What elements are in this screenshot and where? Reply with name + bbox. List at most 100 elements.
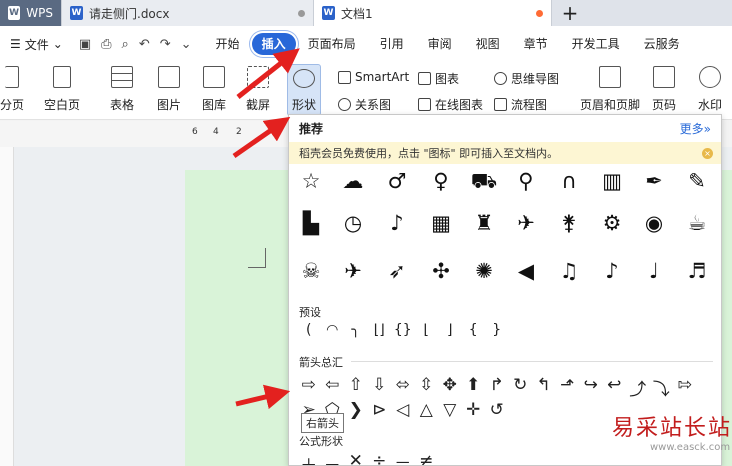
- fan-icon[interactable]: ✣: [426, 256, 456, 286]
- curved-right-arrow-shape-icon[interactable]: ↪: [579, 375, 603, 400]
- bent-up-arrow-shape-icon[interactable]: ⬏: [556, 375, 580, 400]
- customize-dropdown-icon[interactable]: ⌄: [181, 37, 192, 52]
- jet-icon[interactable]: ✈: [511, 208, 541, 238]
- speaker-icon[interactable]: ◀: [511, 256, 541, 286]
- microphone-icon[interactable]: ⚵: [554, 208, 584, 238]
- bent-arrow-shape-icon[interactable]: ↱: [485, 375, 509, 400]
- quad-callout-shape-icon[interactable]: ✛: [462, 400, 486, 420]
- menu-developer[interactable]: 开发工具: [560, 33, 632, 55]
- left-up-arrow-shape-icon[interactable]: ↰: [532, 375, 556, 400]
- menu-page-layout[interactable]: 页面布局: [296, 33, 368, 55]
- airplane-side-icon[interactable]: ➶: [382, 256, 412, 286]
- curved-up-arrow-shape-icon[interactable]: ⤴: [626, 375, 650, 400]
- splatter-icon[interactable]: ✺: [469, 256, 499, 286]
- print-preview-icon[interactable]: ⌕: [122, 37, 129, 52]
- quarter-note-icon[interactable]: ♩: [639, 256, 669, 286]
- pin-icon[interactable]: ✎: [682, 166, 712, 196]
- quad-arrow-shape-icon[interactable]: ✥: [438, 375, 462, 400]
- headphones-icon[interactable]: ∩: [554, 166, 584, 196]
- menu-view[interactable]: 视图: [464, 33, 512, 55]
- menu-cloud[interactable]: 云服务: [632, 33, 692, 55]
- down-callout-shape-icon[interactable]: ▽: [438, 400, 462, 420]
- curve-shape-icon[interactable]: ╮: [344, 322, 368, 338]
- left-right-arrow-shape-icon[interactable]: ⬄: [391, 375, 415, 400]
- unsaved-dot-icon[interactable]: [536, 9, 543, 17]
- tower-icon[interactable]: ♜: [469, 208, 499, 238]
- minus-shape-icon[interactable]: －: [321, 451, 345, 465]
- gears-icon[interactable]: ⚙: [597, 208, 627, 238]
- file-menu[interactable]: ☰ 文件 ⌄: [4, 36, 69, 53]
- music-notes-icon[interactable]: ♫: [554, 256, 584, 286]
- u-turn-arrow-shape-icon[interactable]: ↻: [509, 375, 533, 400]
- book-icon[interactable]: ▥: [597, 166, 627, 196]
- mute-note-icon[interactable]: ♬: [682, 256, 712, 286]
- not-equal-shape-icon[interactable]: ≠: [415, 451, 439, 465]
- drink-icon[interactable]: ☕: [682, 208, 712, 238]
- bracket-shape-icon[interactable]: ⌊⌋: [368, 322, 392, 338]
- motorcycle-icon[interactable]: ⛟: [469, 166, 499, 196]
- more-link[interactable]: 更多»: [680, 120, 711, 137]
- plus-shape-icon[interactable]: ＋: [297, 451, 321, 465]
- table-button[interactable]: 表格: [110, 66, 134, 113]
- up-down-arrow-shape-icon[interactable]: ⇳: [415, 375, 439, 400]
- save-icon[interactable]: ▣: [79, 37, 91, 52]
- flowchart-button[interactable]: 流程图: [494, 96, 547, 113]
- skull-icon[interactable]: ☠: [296, 256, 326, 286]
- undo-icon[interactable]: ↶: [139, 37, 150, 52]
- online-chart-button[interactable]: 在线图表: [418, 96, 483, 113]
- equal-shape-icon[interactable]: ＝: [391, 451, 415, 465]
- tab-wps[interactable]: W WPS: [0, 0, 62, 26]
- cloud-icon[interactable]: ☁: [338, 166, 368, 196]
- divide-shape-icon[interactable]: ÷: [368, 451, 392, 465]
- up-callout-shape-icon[interactable]: △: [415, 400, 439, 420]
- woman-icon[interactable]: ♀: [426, 166, 456, 196]
- gallery-button[interactable]: 图库: [202, 66, 226, 113]
- smartart-button[interactable]: SmartArt: [338, 70, 409, 84]
- airplane-icon[interactable]: ✈: [338, 256, 368, 286]
- mindmap-button[interactable]: 思维导图: [494, 70, 559, 87]
- right-bracket-shape-icon[interactable]: ⌋: [438, 322, 462, 338]
- circular-arrow-shape-icon[interactable]: ↺: [485, 400, 509, 420]
- menu-insert[interactable]: 插入: [251, 33, 296, 55]
- up-arrow-shape-icon[interactable]: ⇧: [344, 375, 368, 400]
- curved-left-arrow-shape-icon[interactable]: ↩: [603, 375, 627, 400]
- brace-shape-icon[interactable]: (: [297, 322, 321, 338]
- piano-icon[interactable]: ▙: [296, 208, 326, 238]
- watermark-button[interactable]: 水印: [698, 66, 722, 113]
- tab-document[interactable]: W 请走侧门.docx: [62, 0, 314, 26]
- man-icon[interactable]: ♂: [382, 166, 412, 196]
- tab-document-active[interactable]: W 文档1: [314, 0, 552, 26]
- header-footer-button[interactable]: 页眉和页脚: [580, 66, 640, 113]
- music-note-icon[interactable]: ♪: [382, 208, 412, 238]
- relation-chart-button[interactable]: 关系图: [338, 96, 391, 113]
- blank-page-button[interactable]: 空白页: [44, 66, 80, 113]
- close-notice-icon[interactable]: ×: [702, 148, 713, 159]
- menu-references[interactable]: 引用: [368, 33, 416, 55]
- page-number-button[interactable]: 页码: [652, 66, 676, 113]
- curved-down-arrow-shape-icon[interactable]: ⤵: [650, 375, 674, 400]
- screenshot-button[interactable]: 截屏: [246, 66, 270, 113]
- page-break-button[interactable]: 分页: [0, 66, 24, 113]
- picture-button[interactable]: 图片: [157, 66, 181, 113]
- chart-button[interactable]: 图表: [418, 70, 459, 87]
- left-right-up-arrow-shape-icon[interactable]: ⬆: [462, 375, 486, 400]
- star-icon[interactable]: ☆: [296, 166, 326, 196]
- right-brace-shape-icon[interactable]: }: [485, 322, 509, 338]
- chevron-shape-icon[interactable]: ❯: [344, 400, 368, 420]
- left-bracket-shape-icon[interactable]: ⌊: [415, 322, 439, 338]
- left-callout-shape-icon[interactable]: ◁: [391, 400, 415, 420]
- down-arrow-shape-icon[interactable]: ⇩: [368, 375, 392, 400]
- clock-icon[interactable]: ◷: [338, 208, 368, 238]
- print-icon[interactable]: ⎙: [101, 37, 111, 52]
- eighth-note-icon[interactable]: ♪: [597, 256, 627, 286]
- left-arrow-shape-icon[interactable]: ⇦: [321, 375, 345, 400]
- shape-button[interactable]: 形状: [287, 64, 322, 116]
- left-brace-shape-icon[interactable]: {: [462, 322, 486, 338]
- magnifier-icon[interactable]: ⚲: [511, 166, 541, 196]
- multiply-shape-icon[interactable]: ✕: [344, 451, 368, 465]
- curly-brace-shape-icon[interactable]: {}: [391, 322, 415, 338]
- road-icon[interactable]: ▦: [426, 208, 456, 238]
- arc-shape-icon[interactable]: ◠: [321, 322, 345, 338]
- right-arrow-shape-icon[interactable]: ⇨: [297, 375, 321, 400]
- menu-section[interactable]: 章节: [512, 33, 560, 55]
